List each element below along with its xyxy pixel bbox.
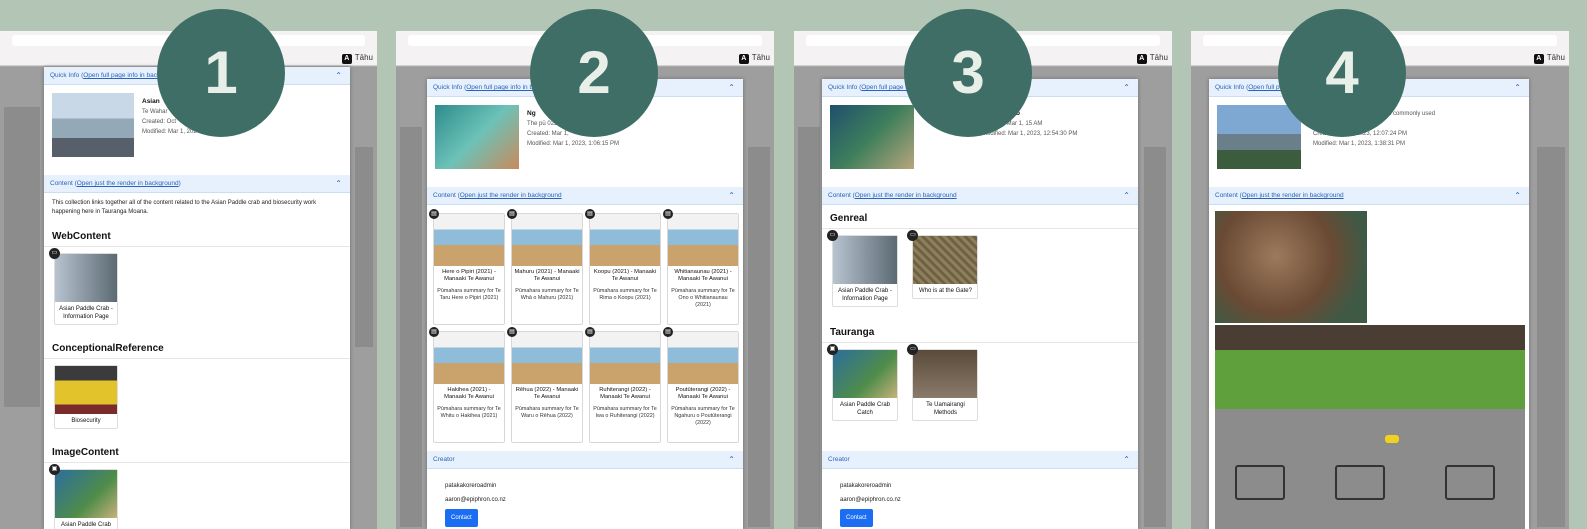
content-card[interactable]: ▭ Who is at the Gate? [907, 230, 979, 299]
preview-modal: Quick Info (Open full page info ⌃ Paddle… [822, 79, 1138, 529]
chevron-up-icon[interactable]: ⌃ [1514, 187, 1521, 205]
step-circle-3: 3 [904, 9, 1032, 137]
file-icon: ▤ [663, 327, 673, 337]
content-card[interactable]: ▤ Whitianaunau (2021) - Manaaki Te Awanui… [663, 209, 739, 325]
preview-modal: Quick Info (Open full page info in backg… [44, 67, 350, 529]
contact-button[interactable]: Contact [840, 509, 873, 527]
preview-modal: Quick Info (Open full page info in backg… [427, 79, 743, 529]
content-card[interactable]: ▤ Poutūterangi (2022) - Manaaki Te Awanui… [663, 327, 739, 443]
group-title: ConceptionalReference [44, 335, 350, 359]
file-icon: ▤ [507, 327, 517, 337]
open-render-link[interactable]: Open just the render in background [855, 192, 957, 199]
content-grid: ▤ Here o Pipiri (2021) - Manaaki Te Awanu… [427, 205, 743, 451]
file-icon: ▤ [663, 209, 673, 219]
file-icon: ▤ [429, 209, 439, 219]
content-card[interactable]: ▤ Rēhua (2022) - Manaaki Te Awanui Pūmahar… [507, 327, 583, 443]
content-header[interactable]: Content (Open just the render in backgro… [427, 187, 743, 205]
creator-header[interactable]: Creator ⌃ [427, 451, 743, 469]
creator-info: patakakoreroadmin aaron@epiphron.co.nz C… [427, 469, 743, 529]
content-card[interactable]: ▤ Koopu (2021) - Manaaki Te Awanui Pūmahar… [585, 209, 661, 325]
creator-name: patakakoreroadmin [840, 483, 892, 489]
chevron-up-icon[interactable]: ⌃ [728, 79, 735, 97]
quick-info-thumbnail [830, 105, 914, 169]
creator-email: aaron@epiphron.co.nz [445, 497, 506, 503]
file-icon: ▤ [585, 327, 595, 337]
open-render-link[interactable]: Open just the render in background [77, 180, 179, 187]
chevron-up-icon[interactable]: ⌃ [335, 67, 342, 85]
content-card[interactable]: ▤ Mahuru (2021) - Manaaki Te Awanui Pūmaha… [507, 209, 583, 325]
image-icon: ▣ [49, 464, 60, 475]
open-full-page-link[interactable]: Open full pa [1248, 84, 1283, 91]
creator-name: patakakoreroadmin [445, 483, 497, 489]
chevron-up-icon[interactable]: ⌃ [335, 175, 342, 193]
file-icon: ▤ [429, 327, 439, 337]
toolbar-user[interactable]: A Tāhu [1533, 53, 1565, 64]
content-card[interactable]: ▣ Asian Paddle Crab Catch [827, 344, 898, 421]
step-circle-1: 1 [157, 9, 285, 137]
chevron-up-icon[interactable]: ⌃ [1123, 187, 1130, 205]
toolbar-user[interactable]: A Tāhu [341, 53, 373, 64]
file-icon: ▤ [585, 209, 595, 219]
profile-icon: A [341, 54, 352, 64]
chevron-up-icon[interactable]: ⌃ [1123, 451, 1130, 469]
chevron-up-icon[interactable]: ⌃ [728, 187, 735, 205]
group-title: Genreal [822, 205, 1138, 229]
content-card[interactable]: ▣ Asian Paddle Crab [49, 464, 118, 529]
content-header[interactable]: Content (Open just the render in backgro… [44, 175, 350, 193]
quick-info-thumbnail [435, 105, 519, 169]
profile-icon: A [738, 54, 749, 64]
quick-info-thumbnail [1217, 105, 1301, 169]
content-card[interactable]: ▤ Here o Pipiri (2021) - Manaaki Te Awanu… [429, 209, 505, 325]
open-render-link[interactable]: Open just the render in background [1242, 192, 1344, 199]
content-card[interactable]: ▤ Ruhiterangi (2022) - Manaaki Te Awanui P… [585, 327, 661, 443]
chevron-up-icon[interactable]: ⌃ [1123, 79, 1130, 97]
contact-button[interactable]: Contact [445, 509, 478, 527]
content-card[interactable]: ▭ Asian Paddle Crab - Information Page [49, 248, 118, 325]
step-circle-4: 4 [1278, 9, 1406, 137]
content-card[interactable]: ▤ Hakihea (2021) - Manaaki Te Awanui Pūmah… [429, 327, 505, 443]
content-card[interactable]: ▭ Asian Paddle Crab - Information Page [827, 230, 898, 307]
toolbar-user[interactable]: A Tāhu [738, 53, 770, 64]
preview-modal: Quick Info (Open full pa ⌃ ue examples o… [1209, 79, 1529, 529]
creator-header[interactable]: Creator ⌃ [822, 451, 1138, 469]
step-circle-2: 2 [530, 9, 658, 137]
content-image-field [1215, 325, 1525, 529]
content-header[interactable]: Content (Open just the render in backgro… [1209, 187, 1529, 205]
open-render-link[interactable]: Open just the render in background [460, 192, 562, 199]
group-title: WebContent [44, 223, 350, 247]
monitor-icon: ▭ [827, 230, 838, 241]
toolbar-user[interactable]: A Tāhu [1136, 53, 1168, 64]
content-image-traps [1215, 211, 1367, 323]
chevron-up-icon[interactable]: ⌃ [728, 451, 735, 469]
creator-info: patakakoreroadmin aaron@epiphron.co.nz C… [822, 469, 1138, 529]
quick-info-thumbnail [52, 93, 134, 157]
group-title: ImageContent [44, 439, 350, 463]
profile-icon: A [1136, 54, 1147, 64]
file-icon: ▤ [507, 209, 517, 219]
group-title: Tauranga [822, 319, 1138, 343]
content-card[interactable]: Biosecurity [54, 365, 118, 429]
profile-icon: A [1533, 54, 1544, 64]
content-card[interactable]: ▭ Te Uamairangi Methods [907, 344, 979, 421]
content-header[interactable]: Content (Open just the render in backgro… [822, 187, 1138, 205]
monitor-icon: ▭ [49, 248, 60, 259]
chevron-up-icon[interactable]: ⌃ [1514, 79, 1521, 97]
collection-description: This collection links together all of th… [52, 200, 317, 215]
image-icon: ▣ [827, 344, 838, 355]
creator-email: aaron@epiphron.co.nz [840, 497, 901, 503]
